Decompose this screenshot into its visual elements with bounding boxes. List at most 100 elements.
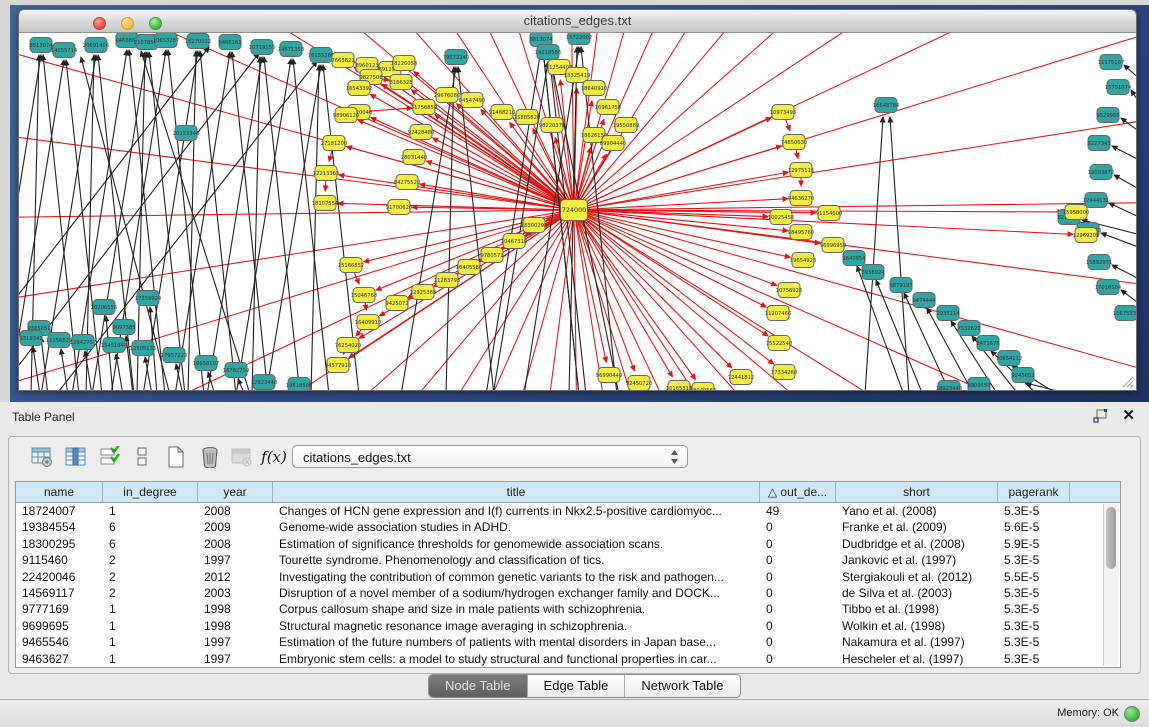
table-cell: 1 [103,601,198,617]
graph-node-label: 11156829 [46,338,72,344]
table-cell: Genome-wide association studies in ADHD. [273,519,760,535]
graph-node-label: 11675338 [1113,311,1136,317]
table-row[interactable]: 1872400712008Changes of HCN gene express… [16,503,1120,519]
column-header-short[interactable]: short [836,482,998,502]
table-cell: 1998 [198,618,273,634]
table-row[interactable]: 1938455462009Genome-wide association stu… [16,519,1120,535]
select-all-icon[interactable] [97,444,123,470]
table-panel: Table Panel ✕ [0,402,1149,727]
window-title: citations_edges.txt [19,13,1136,28]
rows-icon[interactable] [129,444,155,470]
network-canvas[interactable]: 8513074140557142069140694668612107854510… [19,33,1136,390]
function-builder-icon[interactable]: f(x) [261,444,287,470]
table-cell: 2 [103,585,198,601]
graph-node-label: 96990440 [596,373,622,379]
table-row[interactable]: 946362711997Embryonic stem cells: a mode… [16,651,1120,667]
graph-node-label: 8960123 [355,63,378,69]
close-panel-icon[interactable]: ✕ [1122,406,1135,424]
graph-node-label: 18107554 [312,201,339,207]
graph-node-label: 18300295 [521,223,547,229]
column-header-out_de[interactable]: △ out_de... [760,482,836,502]
table-row[interactable]: 1456911722003Disruption of a novel membe… [16,585,1120,601]
table-cell: 5.3E-5 [998,601,1070,617]
column-header-name[interactable]: name [16,482,103,502]
tab-network-table[interactable]: Network Table [625,675,739,697]
graph-node-label: 12942757 [70,340,96,346]
import-table-icon[interactable] [229,444,255,470]
graph-node-label: 20206556 [91,305,117,311]
table-cell: 5.9E-5 [998,536,1070,552]
table-cell: Stergiakouli et al. (2012) [836,569,998,585]
table-toolbar: f(x) citations_edges.txt [17,444,1148,472]
table-cell: 1 [103,618,198,634]
window-titlebar: citations_edges.txt [19,10,1136,33]
graph-node-label: 89904440 [600,141,626,147]
graph-node-label: 12923448 [251,380,277,386]
graph-node-label: 29676080 [434,93,460,99]
table-cell: 22420046 [16,569,103,585]
table-cell: 2009 [198,519,273,535]
table-cell: 2 [103,569,198,585]
graph-node-label: 12975115 [788,168,814,174]
table-row[interactable]: 2242004622012Investigating the contribut… [16,569,1120,585]
graph-node-label: 12444131 [1083,198,1109,204]
graph-node-label: 15892971 [1086,260,1112,266]
table-cell: 9699695 [16,618,103,634]
table-cell: 5.3E-5 [998,618,1070,634]
table-row[interactable]: 911546021997Tourette syndrome. Phenomeno… [16,552,1120,568]
table-cell: 9465546 [16,634,103,650]
graph-node-label: 17334260 [771,370,797,376]
table-settings-icon[interactable] [29,444,55,470]
graph-node-label: 8909550 [967,383,990,389]
column-header-in_degree[interactable]: in_degree [103,482,198,502]
graph-node-label: 12213363 [313,171,339,177]
graph-node-label: 10719155 [249,45,275,51]
canvas-resize-grip[interactable] [1122,376,1134,388]
table-row[interactable]: 969969511998Structural magnetic resonanc… [16,618,1120,634]
tab-node-table[interactable]: Node Table [429,675,528,697]
graph-node-label: 17957223 [161,353,187,359]
graph-node-label: 79550889 [613,123,639,129]
graph-node-label: 94636270 [788,196,814,202]
graph-node-label: 8471676 [976,341,999,347]
graph-node-label: 16648784 [873,103,900,109]
table-row[interactable]: 1830029562008Estimation of significance … [16,536,1120,552]
graph-node-label: 74850630 [781,140,807,146]
network-select-dropdown[interactable]: citations_edges.txt [292,445,688,468]
graph-node-label: 13325419 [564,73,590,79]
table-cell: 5.3E-5 [998,634,1070,650]
graph-node-label: 15885820 [514,115,540,121]
graph-node-label: 10025458 [768,215,794,221]
graph-node-label: 11207466 [765,311,791,317]
table-cell: 1997 [198,651,273,667]
graph-node-label: 15451944 [101,343,128,349]
graph-node-label: 98495760 [788,230,814,236]
graph-node-label: 20691406 [83,43,109,49]
scrollbar-thumb[interactable] [1106,507,1116,569]
tab-edge-table[interactable]: Edge Table [528,675,626,697]
graph-node-label: 15046768 [351,293,377,299]
table-cell: 2008 [198,536,273,552]
network-graph[interactable]: 8513074140557142069140694668612107854510… [19,33,1136,390]
graph-node-label: 91700620 [386,205,412,211]
column-header-title[interactable]: title [273,482,760,502]
graph-node-label: 79572240 [443,55,469,61]
new-table-icon[interactable] [163,444,189,470]
column-header-year[interactable]: year [198,482,273,502]
table-cell: 5.3E-5 [998,585,1070,601]
graph-node-label: 98220370 [539,123,565,129]
table-row[interactable]: 977716911998Corpus callosum shape and si… [16,601,1120,617]
table-column-icon[interactable] [63,444,89,470]
graph-node-label: 6466161 [218,40,241,46]
graph-node-label: 15722002 [566,35,592,41]
column-header-pagerank[interactable]: pagerank [998,482,1070,502]
graph-node-label: 94577910 [325,363,351,369]
graph-node-label: 12969201 [1073,233,1099,239]
table-cell: Yano et al. (2008) [836,503,998,519]
graph-node-label: 8938924 [861,270,885,276]
table-vertical-scrollbar[interactable] [1103,504,1119,666]
float-panel-icon[interactable] [1093,409,1109,423]
table-cell: Tibbo et al. (1998) [836,601,998,617]
delete-table-icon[interactable] [197,444,223,470]
table-row[interactable]: 946554611997Estimation of the future num… [16,634,1120,650]
